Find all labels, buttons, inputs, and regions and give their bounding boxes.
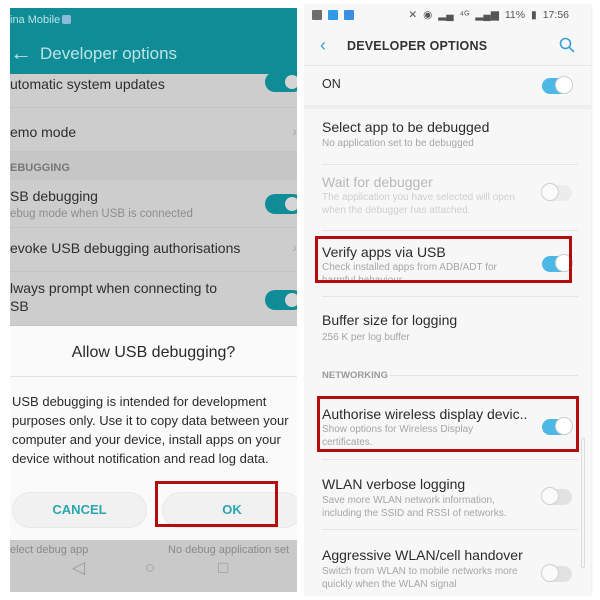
status-bar: ina Mobile ▯ ▣ ▂▄▆ 86% ▭ 19 <box>10 8 297 34</box>
alarm-icon: ◉ <box>423 9 433 21</box>
section-divider <box>390 375 578 376</box>
toggle-knob <box>285 75 297 89</box>
setting-subtitle: Show options for Wireless Display certif… <box>322 424 474 448</box>
aggressive-handover-toggle[interactable] <box>541 564 572 582</box>
setting-subtitle: The application you have selected will o… <box>322 192 515 216</box>
chevron-right-icon: › <box>292 123 297 139</box>
setting-subtitle: No application set to be debugged <box>322 138 474 149</box>
ok-button[interactable]: OK <box>162 492 297 528</box>
setting-title: Buffer size for logging <box>322 312 458 328</box>
setting-title: SB debugging <box>10 188 98 204</box>
e-app-icon <box>343 10 354 20</box>
setting-title: WLAN verbose logging <box>322 476 466 492</box>
background-peek-text: No debug application set <box>168 544 290 556</box>
battery-icon: ▮ <box>531 9 537 21</box>
dialog-title: Allow USB debugging? <box>71 344 236 361</box>
setting-title: Wait for debugger <box>322 174 433 190</box>
nav-home-icon[interactable]: ○ <box>145 558 155 578</box>
dialog-divider <box>10 376 297 377</box>
setting-wait-for-debugger: Wait for debugger The application you ha… <box>322 165 578 231</box>
left-phone-screen: ina Mobile ▯ ▣ ▂▄▆ 86% ▭ 19 ← Developer … <box>10 8 297 592</box>
chevron-left-icon[interactable]: ‹ <box>320 35 326 56</box>
setting-title-line2: SB <box>10 298 29 314</box>
automatic-updates-toggle[interactable] <box>265 72 297 92</box>
battery-level: 11% <box>504 9 526 21</box>
dialog-message: USB debugging is intended for developmen… <box>12 394 289 466</box>
setting-title: utomatic system updates <box>10 76 165 92</box>
app-bar: ← Developer options <box>10 34 297 74</box>
setting-title: Authorise wireless display devic.. <box>322 406 528 422</box>
setting-subtitle: Save more WLAN network information, incl… <box>322 495 507 519</box>
verify-apps-toggle[interactable] <box>542 254 573 272</box>
setting-title: evoke USB debugging authorisations <box>10 240 241 256</box>
sim-icon <box>62 15 72 24</box>
usb-debugging-toggle[interactable] <box>265 194 297 214</box>
4g-icon: ⁴ᴳ <box>459 9 470 21</box>
status-bar: ✕ ◉ ▂▄ ⁴ᴳ ▂▄▆ 11% ▮ 17:56 <box>304 4 591 28</box>
section-header-debugging: EBUGGING <box>10 152 297 180</box>
master-switch-row[interactable]: ON <box>322 67 578 105</box>
master-label: ON <box>322 77 341 91</box>
setting-wlan-verbose-logging[interactable]: WLAN verbose logging Save more WLAN netw… <box>322 460 578 530</box>
app-bar: ‹ DEVELOPER OPTIONS <box>304 28 591 66</box>
wlan-verbose-logging-toggle[interactable] <box>541 487 572 505</box>
mute-icon: ✕ <box>408 9 418 21</box>
toggle-knob <box>541 487 559 505</box>
allow-usb-debugging-dialog: Allow USB debugging? USB debugging is in… <box>10 326 297 540</box>
arrow-left-icon[interactable]: ← <box>10 40 32 66</box>
toggle-knob <box>555 254 573 272</box>
chevron-right-icon: › <box>292 239 297 255</box>
setting-subtitle: ebug mode when USB is connected <box>10 208 193 220</box>
setting-automatic-system-updates[interactable]: utomatic system updates <box>10 72 297 108</box>
master-toggle[interactable] <box>542 76 573 94</box>
background-peek-text: elect debug app <box>10 544 89 556</box>
signal-icon: ▂▄▆ <box>475 9 499 21</box>
setting-title: emo mode <box>10 124 77 140</box>
setting-always-prompt-usb[interactable]: lways prompt when connecting to SB <box>10 272 297 326</box>
setting-title: Verify apps via USB <box>322 244 446 260</box>
nav-recents-icon[interactable]: □ <box>218 558 228 578</box>
page-title: Developer options <box>40 44 178 63</box>
nav-back-icon[interactable]: ◁ <box>72 558 85 578</box>
toggle-knob <box>541 564 559 582</box>
navigation-bar: elect debug app No debug application set… <box>10 540 297 592</box>
toggle-knob <box>285 293 297 307</box>
setting-subtitle: Check installed apps from ADB/ADT for ha… <box>322 262 497 284</box>
toggle-knob <box>555 76 573 94</box>
setting-verify-apps-via-usb[interactable]: Verify apps via USB Check installed apps… <box>322 231 578 297</box>
scrollbar[interactable] <box>581 438 585 568</box>
right-phone-screen: ✕ ◉ ▂▄ ⁴ᴳ ▂▄▆ 11% ▮ 17:56 ‹ DEVELOPER OP… <box>304 4 591 594</box>
wait-for-debugger-toggle <box>541 183 572 201</box>
setting-buffer-size-logging[interactable]: Buffer size for logging 256 K per log bu… <box>322 297 578 357</box>
settings-list: utomatic system updates emo mode › EBUGG… <box>10 72 297 326</box>
setting-aggressive-wlan-handover[interactable]: Aggressive WLAN/cell handover Switch fro… <box>322 530 578 594</box>
gallery-icon <box>312 10 322 20</box>
toggle-knob <box>555 417 573 435</box>
clock: 17:56 <box>542 9 569 21</box>
setting-demo-mode[interactable]: emo mode › <box>10 108 297 152</box>
setting-authorise-wireless-display[interactable]: Authorise wireless display devic.. Show … <box>322 394 578 460</box>
setting-usb-debugging[interactable]: SB debugging ebug mode when USB is conne… <box>10 180 297 228</box>
section-header-networking: NETWORKING <box>322 370 578 384</box>
wireless-display-toggle[interactable] <box>542 417 573 435</box>
setting-subtitle: Switch from WLAN to mobile networks more… <box>322 566 518 590</box>
setting-revoke-usb-authorisations[interactable]: evoke USB debugging authorisations › <box>10 228 297 272</box>
carrier-name: ina Mobile <box>10 14 61 26</box>
cancel-button[interactable]: CANCEL <box>12 492 147 528</box>
setting-title: Select app to be debugged <box>322 119 490 135</box>
always-prompt-toggle[interactable] <box>265 290 297 310</box>
section-label: NETWORKING <box>322 370 388 381</box>
signal-icon: ▂▄ <box>438 9 454 21</box>
page-title: DEVELOPER OPTIONS <box>347 39 488 53</box>
setting-subtitle: 256 K per log buffer <box>322 332 410 343</box>
search-icon[interactable] <box>559 37 575 53</box>
setting-select-debug-app[interactable]: Select app to be debugged No application… <box>322 109 578 165</box>
toggle-knob <box>541 183 559 201</box>
setting-title-line1: lways prompt when connecting to <box>10 280 217 296</box>
t-app-icon <box>327 10 338 20</box>
toggle-knob <box>285 197 297 211</box>
setting-title: Aggressive WLAN/cell handover <box>322 547 523 563</box>
